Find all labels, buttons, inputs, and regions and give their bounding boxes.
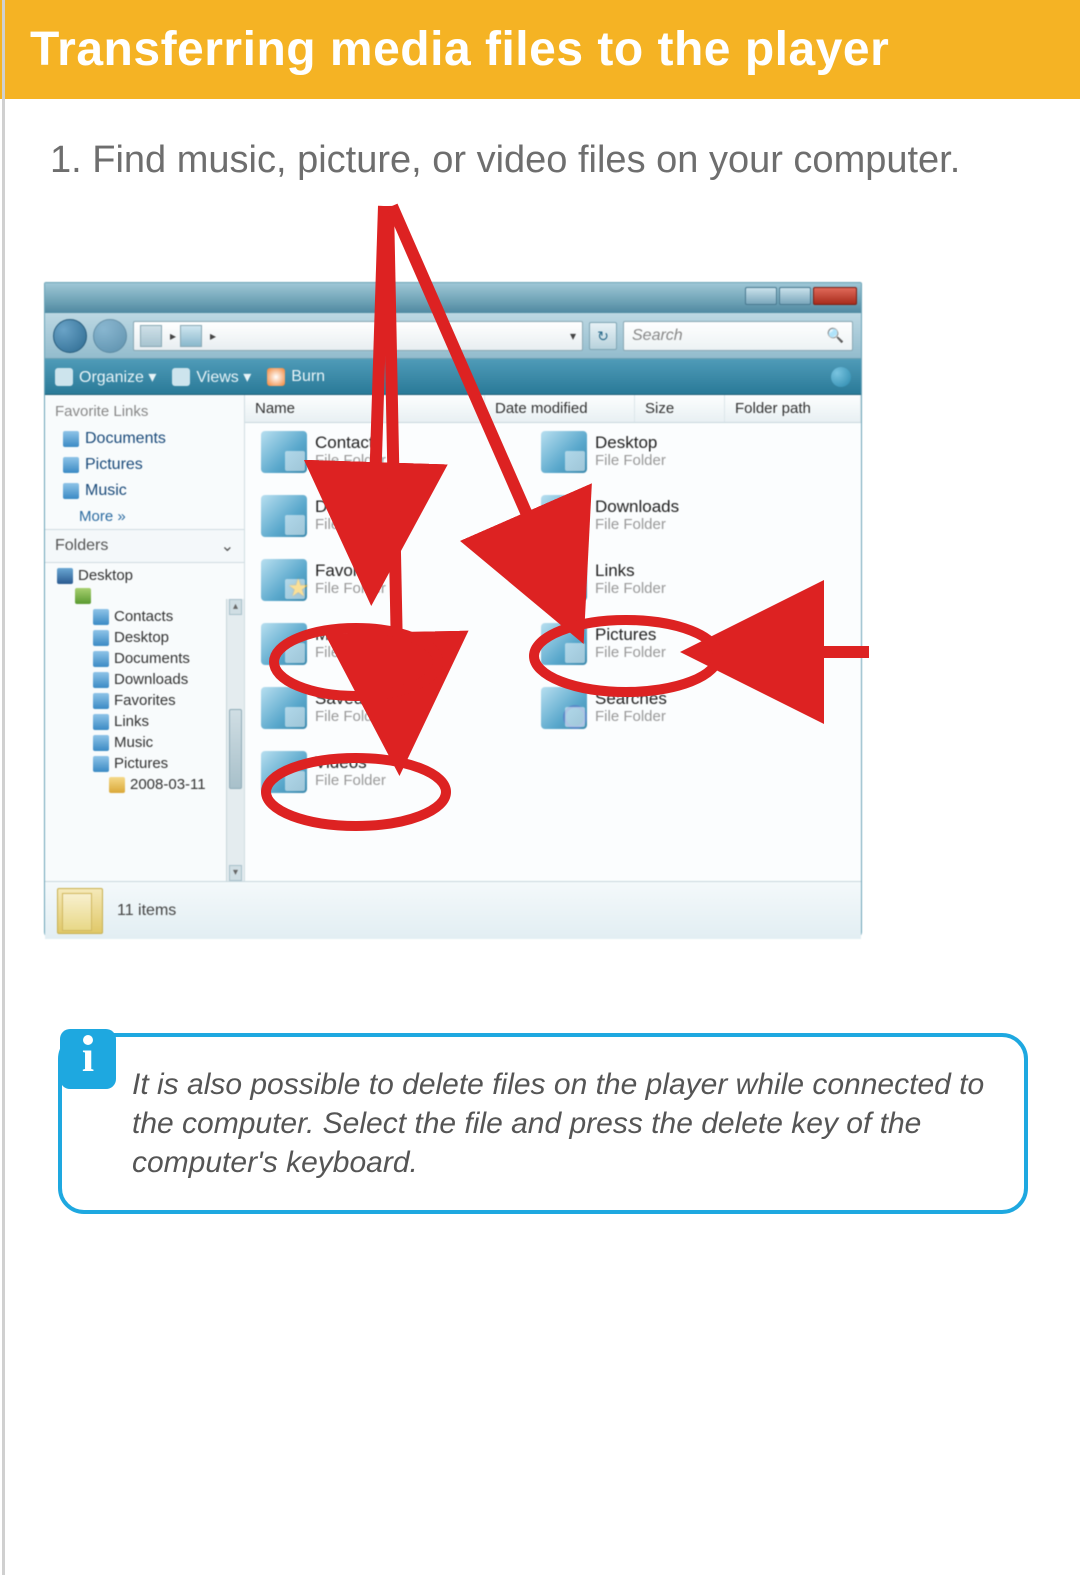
item-searches[interactable]: SearchesFile Folder — [541, 687, 667, 729]
window-titlebar[interactable] — [45, 283, 861, 313]
item-documents[interactable]: DocumentsFile Folder — [261, 495, 401, 537]
info-icon: ı — [60, 1029, 116, 1089]
folder-icon — [261, 751, 307, 793]
item-savedgames[interactable]: Saved GamesFile Folder — [261, 687, 423, 729]
folder-icon — [541, 495, 587, 537]
folder-icon — [93, 756, 109, 772]
tree-favorites[interactable]: Favorites — [53, 690, 240, 711]
item-pictures[interactable]: PicturesFile Folder — [541, 623, 666, 665]
favlink-pictures[interactable]: Pictures — [45, 452, 244, 478]
maximize-button[interactable] — [779, 287, 811, 305]
close-button[interactable] — [813, 287, 857, 305]
item-videos[interactable]: VideosFile Folder — [261, 751, 386, 793]
music-icon — [63, 483, 79, 499]
views-icon — [172, 368, 190, 386]
back-button[interactable] — [53, 319, 87, 353]
folder-icon — [93, 735, 109, 751]
tree-music[interactable]: Music — [53, 732, 240, 753]
folder-tree: Desktop Contacts Desktop Documents Downl… — [45, 563, 244, 799]
column-headers: Name Date modified Size Folder path — [245, 395, 861, 423]
tree-documents[interactable]: Documents — [53, 648, 240, 669]
search-icon: 🔍 — [827, 327, 844, 344]
item-desktop[interactable]: DesktopFile Folder — [541, 431, 666, 473]
explorer-toolbar: Organize ▾ Views ▾ Burn — [45, 359, 861, 395]
tree-links[interactable]: Links — [53, 711, 240, 732]
organize-button[interactable]: Organize ▾ — [55, 367, 156, 387]
folder-icon — [93, 651, 109, 667]
chevron-down-icon: ⌄ — [221, 536, 234, 556]
folder-icon — [93, 693, 109, 709]
item-count: 11 items — [117, 902, 176, 920]
info-text: It is also possible to delete files on t… — [132, 1065, 994, 1182]
info-callout: ı It is also possible to delete files on… — [58, 1033, 1028, 1214]
folder-icon — [93, 609, 109, 625]
folder-icon — [261, 431, 307, 473]
search-placeholder: Search — [632, 327, 683, 345]
item-favorites[interactable]: FavoritesFile Folder — [261, 559, 386, 601]
tree-contacts[interactable]: Contacts — [53, 606, 240, 627]
chevron-down-icon[interactable]: ▾ — [570, 329, 576, 343]
scroll-thumb[interactable] — [229, 709, 242, 789]
nav-scrollbar[interactable]: ▴ ▾ — [226, 599, 244, 881]
tree-downloads[interactable]: Downloads — [53, 669, 240, 690]
burn-button[interactable]: Burn — [267, 368, 325, 386]
folder-icon — [541, 559, 587, 601]
col-path[interactable]: Folder path — [725, 395, 861, 422]
folder-icon — [541, 687, 587, 729]
col-name[interactable]: Name — [245, 395, 485, 422]
scroll-up-icon[interactable]: ▴ — [229, 599, 242, 615]
views-button[interactable]: Views ▾ — [172, 367, 251, 387]
col-size[interactable]: Size — [635, 395, 725, 422]
organize-icon — [55, 368, 73, 386]
breadcrumb-user-icon — [180, 325, 202, 347]
details-pane: 11 items — [45, 881, 861, 939]
desktop-icon — [57, 568, 73, 584]
chevron-right-icon: ▸ — [210, 329, 216, 343]
tree-pictures[interactable]: Pictures — [53, 753, 240, 774]
refresh-button[interactable]: ↻ — [589, 322, 617, 350]
folder-icon — [261, 623, 307, 665]
folder-icon — [541, 431, 587, 473]
picture-icon — [63, 457, 79, 473]
folder-stack-icon — [57, 888, 103, 934]
folder-icon — [261, 687, 307, 729]
folder-icon — [109, 777, 125, 793]
favlink-documents[interactable]: Documents — [45, 426, 244, 452]
folder-icon — [261, 495, 307, 537]
item-contacts[interactable]: ContactsFile Folder — [261, 431, 386, 473]
tree-desktop[interactable]: Desktop — [53, 565, 240, 586]
forward-button[interactable] — [93, 319, 127, 353]
folder-icon — [93, 672, 109, 688]
folder-icon — [93, 714, 109, 730]
search-input[interactable]: Search 🔍 — [623, 321, 853, 351]
favorite-links-header: Favorite Links — [45, 395, 244, 426]
item-links[interactable]: LinksFile Folder — [541, 559, 666, 601]
favlink-more[interactable]: More » — [45, 504, 244, 529]
help-button[interactable] — [831, 367, 851, 387]
item-music[interactable]: MusicFile Folder — [261, 623, 386, 665]
minimize-button[interactable] — [745, 287, 777, 305]
chevron-right-icon: ▸ — [170, 329, 176, 343]
file-list-pane: Name Date modified Size Folder path Cont… — [245, 395, 861, 881]
breadcrumb-root-icon — [140, 325, 162, 347]
folder-icon — [93, 630, 109, 646]
col-date[interactable]: Date modified — [485, 395, 635, 422]
document-icon — [63, 431, 79, 447]
address-bar-row: ▸ ▸ ▾ ↻ Search 🔍 — [45, 313, 861, 359]
item-downloads[interactable]: DownloadsFile Folder — [541, 495, 679, 537]
tree-computer[interactable] — [53, 586, 240, 606]
folder-icon — [261, 559, 307, 601]
scroll-down-icon[interactable]: ▾ — [229, 865, 242, 881]
computer-icon — [75, 588, 91, 604]
explorer-window: ▸ ▸ ▾ ↻ Search 🔍 Organize ▾ Views ▾ Burn… — [44, 282, 862, 938]
navigation-pane: Favorite Links Documents Pictures Music … — [45, 395, 245, 881]
folders-header[interactable]: Folders⌄ — [45, 529, 244, 563]
favlink-music[interactable]: Music — [45, 478, 244, 504]
breadcrumb[interactable]: ▸ ▸ ▾ — [133, 321, 583, 351]
burn-icon — [267, 368, 285, 386]
tree-desktop2[interactable]: Desktop — [53, 627, 240, 648]
tree-datefolder[interactable]: 2008-03-11 — [53, 774, 240, 795]
folder-icon — [541, 623, 587, 665]
